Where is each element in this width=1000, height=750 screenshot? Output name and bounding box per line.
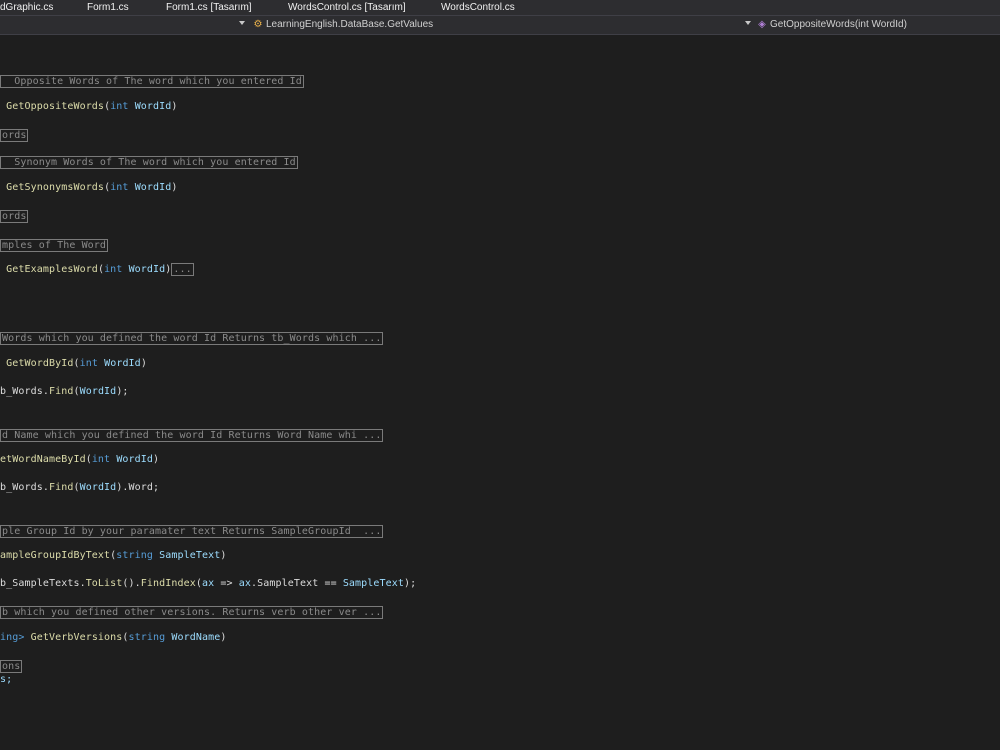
type-dropdown-chevron-icon[interactable] [239, 21, 245, 25]
code-line: GetSynonymsWords(int WordId) [6, 182, 178, 193]
collapsed-region[interactable]: ons [0, 660, 23, 673]
tab-wordscontrol-cs[interactable]: WordsControl.cs [441, 2, 515, 13]
member-dropdown-label: GetOppositeWords(int WordId) [770, 19, 907, 30]
code-line: ple Group Id by your paramater text Retu… [0, 525, 384, 538]
code-editor[interactable]: Opposite Words of The word which you ent… [0, 35, 1000, 750]
code-line: b_SampleTexts.ToList().FindIndex(ax => a… [0, 578, 417, 589]
collapsed-comment[interactable]: b which you defined other versions. Retu… [0, 606, 384, 619]
collapsed-comment[interactable]: mples of The Word [0, 239, 109, 252]
collapsed-region[interactable]: ords [0, 129, 29, 142]
collapsed-region[interactable]: ords [0, 210, 29, 223]
code-line: b which you defined other versions. Retu… [0, 606, 384, 619]
code-line: d Name which you defined the word Id Ret… [0, 429, 384, 442]
code-line: ons [0, 660, 23, 673]
code-line: GetOppositeWords(int WordId) [6, 101, 178, 112]
member-dropdown[interactable]: ◈ GetOppositeWords(int WordId) [757, 16, 907, 34]
collapsed-body[interactable]: ... [171, 263, 194, 276]
code-line: ords [0, 210, 29, 223]
code-line: ing> GetVerbVersions(string WordName) [0, 632, 227, 643]
tab-form1-designer[interactable]: Form1.cs [Tasarım] [166, 2, 252, 13]
tab-dgraphic-cs[interactable]: dGraphic.cs [0, 2, 53, 13]
code-line: s; [0, 674, 13, 685]
code-line: Words which you defined the word Id Retu… [0, 332, 384, 345]
code-line: ampleGroupIdByText(string SampleText) [0, 550, 227, 561]
document-tab-bar: dGraphic.cs Form1.cs Form1.cs [Tasarım] … [0, 0, 1000, 16]
tab-form1-cs[interactable]: Form1.cs [87, 2, 129, 13]
class-icon: ⚙ [253, 19, 263, 30]
collapsed-comment[interactable]: Opposite Words of The word which you ent… [0, 75, 304, 88]
collapsed-comment[interactable]: Words which you defined the word Id Retu… [0, 332, 384, 345]
collapsed-comment[interactable]: Synonym Words of The word which you ente… [0, 156, 298, 169]
code-line: b_Words.Find(WordId).Word; [0, 482, 160, 493]
type-dropdown-label: LearningEnglish.DataBase.GetValues [266, 19, 434, 30]
collapsed-comment[interactable]: d Name which you defined the word Id Ret… [0, 429, 384, 442]
member-dropdown-chevron-icon[interactable] [745, 21, 751, 25]
code-line: etWordNameById(int WordId) [0, 454, 160, 465]
code-line: ords [0, 129, 29, 142]
type-dropdown[interactable]: ⚙ LearningEnglish.DataBase.GetValues [253, 16, 434, 34]
navigation-bar: ⚙ LearningEnglish.DataBase.GetValues ◈ Get… [0, 16, 1000, 35]
code-line: Opposite Words of The word which you ent… [0, 75, 304, 88]
method-icon: ◈ [758, 19, 766, 30]
code-line: Synonym Words of The word which you ente… [0, 156, 298, 169]
collapsed-comment[interactable]: ple Group Id by your paramater text Retu… [0, 525, 384, 538]
code-line: mples of The Word [0, 239, 109, 252]
tab-wordscontrol-designer[interactable]: WordsControl.cs [Tasarım] [288, 2, 406, 13]
code-line: b_Words.Find(WordId); [0, 386, 129, 397]
code-line: GetWordById(int WordId) [6, 358, 147, 369]
code-line: GetExamplesWord(int WordId)... [6, 263, 194, 276]
